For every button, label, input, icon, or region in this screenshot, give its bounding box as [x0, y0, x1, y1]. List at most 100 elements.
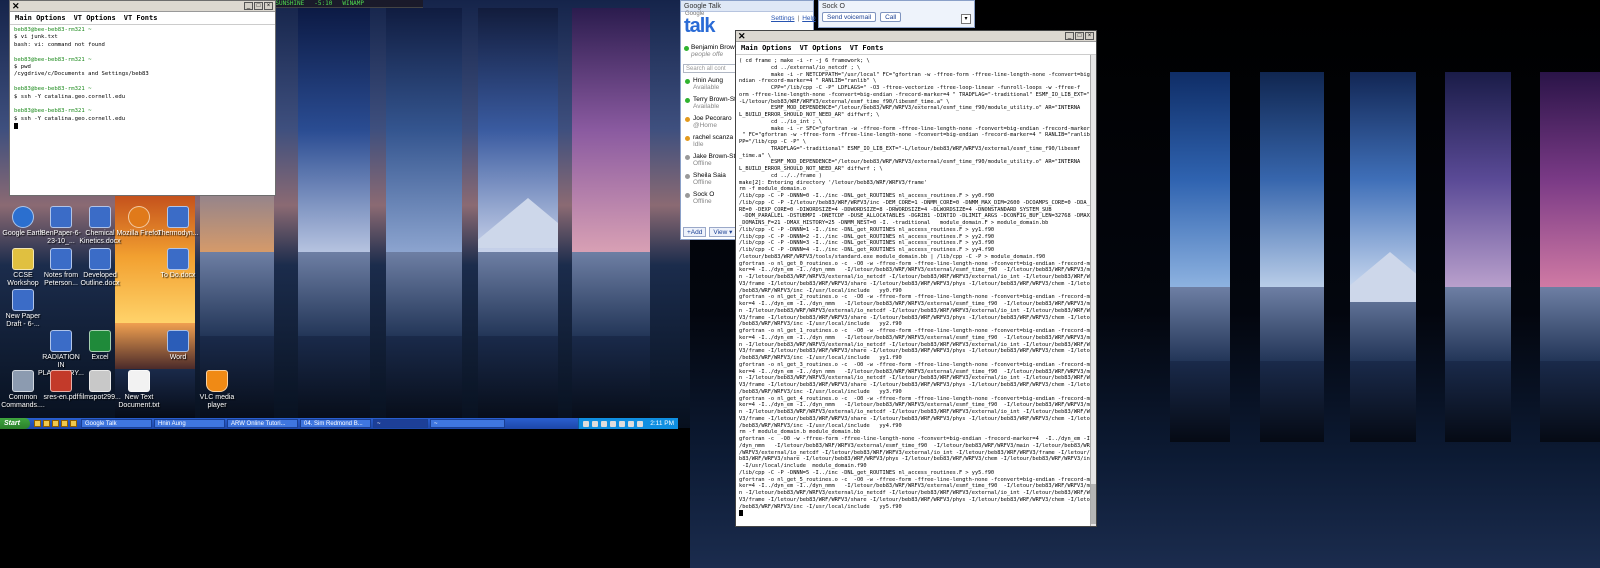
- folder-icon[interactable]: [70, 420, 77, 427]
- folder-icon[interactable]: [43, 420, 50, 427]
- menu-main-options[interactable]: Main Options: [741, 44, 792, 52]
- terminal-line: /lib/cpp -C -P -DNNN=0 -I../inc -DNL_get…: [739, 193, 995, 199]
- menu-vt-fonts[interactable]: VT Fonts: [850, 44, 884, 52]
- desktop-icon-developed-outline[interactable]: Developed Outline.docx: [77, 248, 123, 288]
- desktop-icon-excel[interactable]: Excel: [77, 330, 123, 362]
- chevron-down-icon[interactable]: ▾: [961, 14, 971, 24]
- tray-icon[interactable]: [628, 420, 635, 427]
- xterm-titlebar[interactable]: ✕ _ □ ×: [736, 31, 1096, 42]
- desktop-icon-label: To Do.docx: [160, 272, 196, 279]
- menu-vt-fonts[interactable]: VT Fonts: [124, 14, 158, 22]
- terminal-line: ker=4 -I../dyn_em -I../dyn_nmm -I/letour…: [739, 368, 1096, 375]
- terminal-line: /lib/cpp -C -P -DNNN=1 -I../inc -DNL_get…: [739, 226, 995, 233]
- taskbar-item-hnin-aung[interactable]: Hnin Aung: [154, 419, 225, 428]
- maximize-button[interactable]: □: [1075, 32, 1084, 40]
- menu-main-options[interactable]: Main Options: [15, 14, 66, 22]
- folder-icon[interactable]: [52, 420, 59, 427]
- folder-icon[interactable]: [34, 420, 41, 427]
- tray-icon[interactable]: [637, 420, 644, 427]
- view-menu-button[interactable]: View ▾: [709, 227, 737, 237]
- taskbar-item-xterm-1[interactable]: ~: [373, 419, 428, 428]
- terminal-cursor-line: [739, 510, 1093, 517]
- firefox-icon: [128, 206, 150, 228]
- taskbar-clock[interactable]: 2:11 PM: [650, 420, 674, 427]
- help-link[interactable]: Help: [802, 15, 815, 22]
- scrollbar-thumb[interactable]: [1091, 484, 1096, 524]
- terminal-line: V3/frame -I/letour/beb83/WRF/WRFV3/share…: [739, 314, 1096, 321]
- terminal-line: make -i -r NETCDFPATH="/usr/local" FC="g…: [739, 71, 1096, 78]
- terminal-line: V3/frame -I/letour/beb83/WRF/WRFV3/share…: [739, 496, 1096, 503]
- taskbar-item-arw-tutorial[interactable]: ARW Online Tutori...: [227, 419, 298, 428]
- terminal-line: gfortran -o nl_get_3_routines.o -c -O0 -…: [739, 361, 1096, 368]
- document-icon: [89, 370, 111, 392]
- terminal-line: V3/frame -I/letour/beb83/WRF/WRFV3/share…: [739, 280, 1096, 287]
- tray-icon[interactable]: [610, 420, 617, 427]
- terminal-line: ESMF_MOD_DEPENDENCE="/letour/beb83/WRF/W…: [739, 105, 1081, 112]
- tray-icon[interactable]: [592, 420, 599, 427]
- desktop-icon-label: New Text Document.txt: [118, 394, 160, 409]
- start-button[interactable]: Start: [0, 418, 30, 429]
- minimize-button[interactable]: _: [244, 2, 253, 10]
- terminal-scrollbar[interactable]: [1090, 55, 1096, 526]
- google-talk-logo: Google talk: [684, 11, 715, 38]
- tray-icon[interactable]: [601, 420, 608, 427]
- terminal-line: make[2]: Entering directory '/letour/beb…: [739, 179, 928, 186]
- call-button[interactable]: Call: [880, 12, 902, 22]
- terminal-line: /dyn_nmm -I/letour/beb83/WRF/WRFV3/exter…: [739, 442, 1093, 449]
- desktop-icon-new-paper-draft[interactable]: New Paper Draft - 6-...: [0, 289, 46, 329]
- terminal-line: gfortran -c -O0 -w -ffree-form -ffree-li…: [739, 436, 1096, 442]
- xterm-titlebar[interactable]: ✕ _ □ ×: [10, 1, 275, 12]
- maximize-button[interactable]: □: [254, 2, 263, 10]
- terminal-line: ker=4 -I../dyn_em -I../dyn_nmm -I/letour…: [739, 483, 1096, 490]
- desktop-icon-to-do[interactable]: To Do.docx: [155, 248, 201, 280]
- terminal-output[interactable]: ( cd frame ; make -i -r -j 6 framework; …: [736, 55, 1096, 521]
- terminal-line: cd ../external/io_netcdf ; \: [739, 64, 861, 71]
- chat-title: Sock O: [822, 3, 845, 10]
- quick-launch: [34, 420, 77, 427]
- desktop-icon-thermodynamics[interactable]: Thermodyn...: [155, 206, 201, 238]
- menu-vt-options[interactable]: VT Options: [74, 14, 116, 22]
- taskbar-item-google-talk[interactable]: Google Talk: [81, 419, 152, 428]
- taskbar-item-xterm-2[interactable]: ~: [430, 419, 505, 428]
- google-logo-text: Google: [685, 11, 705, 17]
- my-status[interactable]: Benjamin Brow people offe: [684, 44, 735, 58]
- terminal-line: ESMF_MOD_DEPENDENCE="/letour/beb83/WRF/W…: [739, 159, 1081, 166]
- terminal-cursor-line: [14, 123, 271, 131]
- desktop-icon-word[interactable]: Word: [155, 330, 201, 362]
- folder-icon[interactable]: [61, 420, 68, 427]
- taskbar-item-winamp[interactable]: 04. Sim Redmond B...: [300, 419, 371, 428]
- close-button[interactable]: ×: [1085, 32, 1094, 40]
- terminal-line: /lib/cpp -C -P -I/letour/beb83/WRF/WRFV3…: [739, 199, 1096, 206]
- send-voicemail-button[interactable]: Send voicemail: [822, 12, 877, 22]
- minimize-button[interactable]: _: [1065, 32, 1074, 40]
- chat-window-sock-o[interactable]: Sock O Send voicemail Call ▾: [818, 0, 975, 28]
- my-status-message[interactable]: people offe: [684, 51, 735, 58]
- google-earth-icon: [12, 206, 34, 228]
- desktop-icon-label: New Paper Draft - 6-...: [5, 313, 41, 328]
- terminal-line: gfortran -o nl_get_2_routines.o -c -O0 -…: [739, 294, 1096, 301]
- terminal-line: bash: vi: command not found: [14, 41, 105, 48]
- terminal-line: /beb83/WRF/WRFV3/inc -I/usr/local/includ…: [739, 355, 902, 361]
- terminal-line: $ ssh -Y catalina.geo.cornell.edu: [14, 115, 126, 122]
- terminal-line: L_BUILD_ERROR_SHOULD_NOT_NEED_AR" diffwr…: [739, 112, 880, 118]
- close-button[interactable]: ×: [264, 2, 273, 10]
- add-contact-button[interactable]: +Add: [683, 227, 707, 237]
- desktop-icon-new-text-document[interactable]: New Text Document.txt: [116, 370, 162, 410]
- tray-icon[interactable]: [583, 420, 590, 427]
- terminal-line: RE=0 -DEXP_CORE=0 -DIWORDSIZE=4 -DDWORDS…: [739, 206, 1052, 213]
- menu-vt-options[interactable]: VT Options: [800, 44, 842, 52]
- pdf-icon: [50, 370, 72, 392]
- terminal-output[interactable]: beb83@bee-beb83-rm321 ~ $ vi junk.txt bash…: [10, 25, 275, 133]
- desktop-icon-vlc-media-player[interactable]: VLC media player: [194, 370, 240, 410]
- terminal-line: n -I/letour/beb83/WRF/WRFV3/external/io_…: [739, 409, 1096, 415]
- settings-link[interactable]: Settings: [771, 15, 795, 22]
- tray-icon[interactable]: [619, 420, 626, 427]
- xterm-window-large[interactable]: ✕ _ □ × Main Options VT Options VT Fonts…: [735, 30, 1097, 527]
- folder-icon: [12, 248, 34, 270]
- word-document-icon: [89, 248, 111, 270]
- terminal-line: V3/frame -I/letour/beb83/WRF/WRFV3/share…: [739, 415, 1096, 422]
- xterm-window-small[interactable]: ✕ _ □ × Main Options VT Options VT Fonts…: [9, 0, 276, 196]
